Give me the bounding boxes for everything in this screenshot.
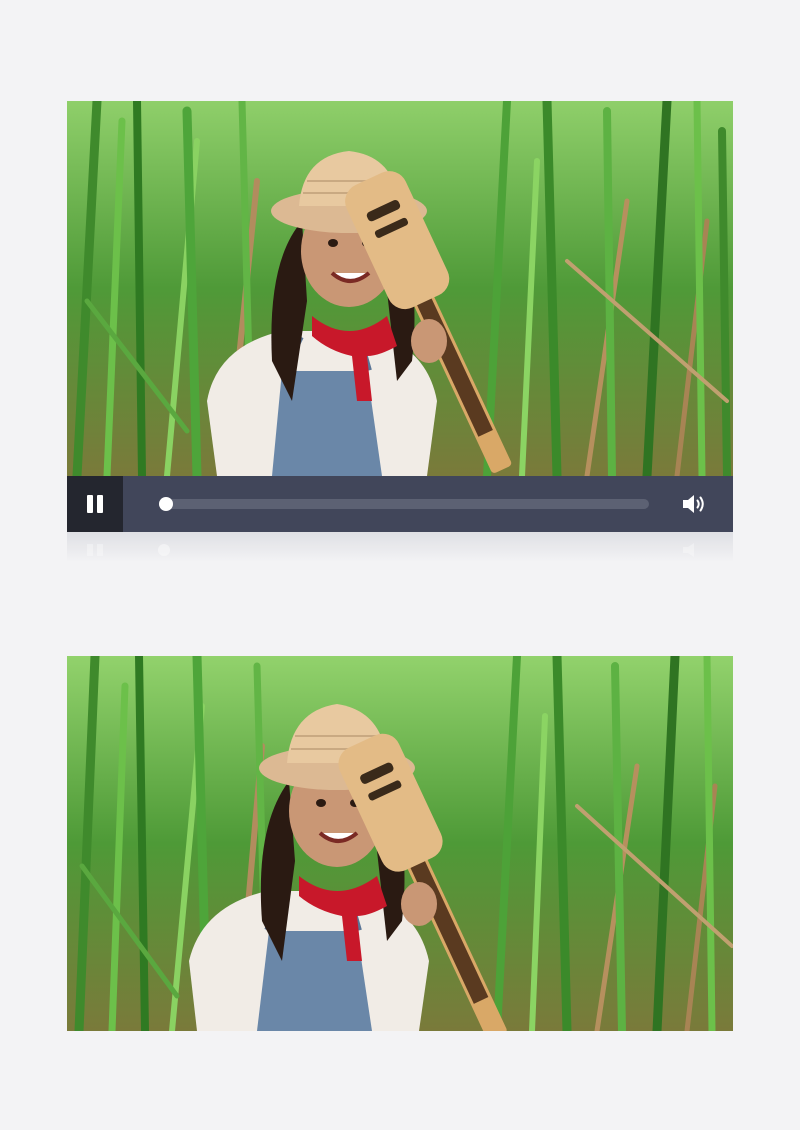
speaker-volume-icon-reflection (683, 543, 694, 557)
pause-button[interactable] (67, 476, 123, 532)
progress-bar[interactable] (159, 497, 649, 511)
still-scene-image (67, 656, 733, 1031)
progress-handle-reflection (158, 544, 170, 556)
speaker-volume-icon (683, 495, 704, 513)
video-frame[interactable] (67, 101, 733, 476)
control-bar-reflection (67, 532, 733, 562)
video-still-frame (67, 656, 733, 1031)
video-scene-image (67, 101, 733, 476)
volume-button[interactable] (681, 492, 707, 516)
page (0, 0, 800, 1130)
control-bar (67, 476, 733, 532)
pause-icon-reflection (86, 544, 104, 556)
progress-handle[interactable] (159, 497, 173, 511)
video-player (67, 101, 733, 562)
pause-icon (86, 495, 104, 513)
